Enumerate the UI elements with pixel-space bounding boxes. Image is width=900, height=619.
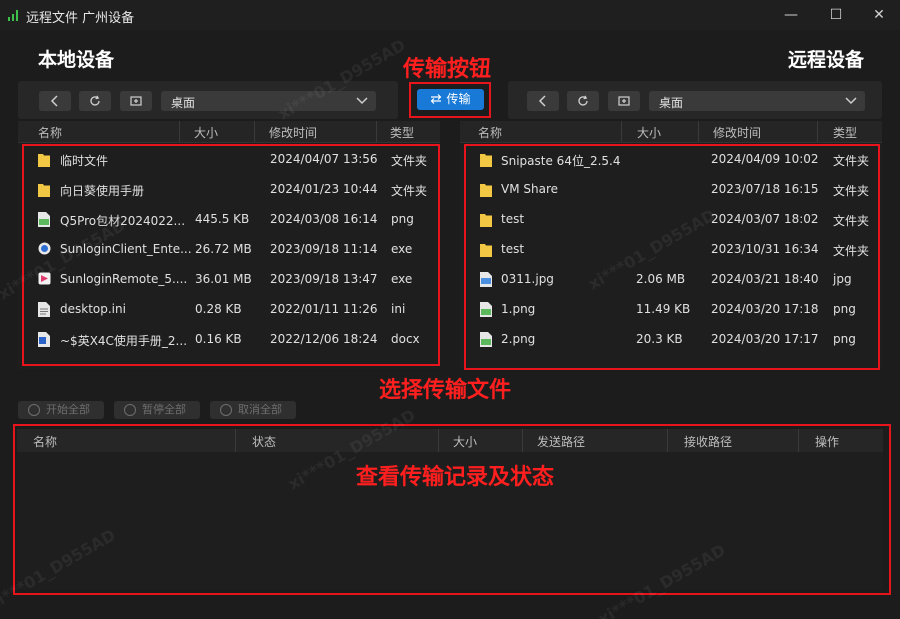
refresh-icon: [90, 95, 100, 106]
col-type[interactable]: 类型: [833, 124, 857, 141]
remote-toolbar: 桌面: [508, 81, 882, 119]
remote-select-annotation-box: [464, 144, 880, 370]
remote-new-folder-button[interactable]: [608, 91, 640, 111]
cancel-all-label: 取消全部: [238, 403, 282, 416]
start-all-button[interactable]: 开始全部: [18, 401, 104, 419]
pause-icon: [124, 404, 136, 416]
window-title: 远程文件 广州设备: [26, 11, 135, 26]
app-signal-icon: [8, 9, 20, 21]
chevron-left-icon: [538, 95, 546, 107]
pause-all-label: 暂停全部: [142, 403, 186, 416]
queue-annotation-label: 查看传输记录及状态: [356, 465, 555, 490]
title-bar: 远程文件 广州设备 — ☐ ✕: [0, 0, 900, 30]
remote-path-select[interactable]: 桌面: [649, 91, 865, 111]
select-annotation-label: 选择传输文件: [379, 378, 512, 403]
remote-device-title: 远程设备: [788, 49, 865, 71]
remote-refresh-button[interactable]: [567, 91, 599, 111]
local-new-folder-button[interactable]: [120, 91, 152, 111]
transfer-button-label: 传输: [446, 92, 471, 106]
chevron-left-icon: [50, 95, 58, 107]
transfer-arrows-icon: [431, 94, 442, 104]
new-folder-icon: [130, 96, 142, 106]
cancel-icon: [220, 404, 232, 416]
col-modified[interactable]: 修改时间: [713, 124, 761, 141]
refresh-icon: [578, 95, 588, 106]
transfer-annotation-label: 传输按钮: [403, 57, 492, 82]
remote-path-value: 桌面: [659, 96, 684, 110]
local-path-select[interactable]: 桌面: [161, 91, 376, 111]
local-refresh-button[interactable]: [79, 91, 111, 111]
chevron-down-icon: [845, 97, 857, 105]
queue-annotation-box: [13, 424, 891, 595]
close-button[interactable]: ✕: [864, 4, 894, 26]
remote-table-header: 名称 大小 修改时间 类型: [460, 121, 882, 143]
maximize-button[interactable]: ☐: [821, 4, 851, 26]
start-all-label: 开始全部: [46, 403, 90, 416]
remote-back-button[interactable]: [527, 91, 559, 111]
col-type[interactable]: 类型: [390, 124, 414, 141]
col-name[interactable]: 名称: [478, 124, 502, 141]
local-path-value: 桌面: [171, 96, 196, 110]
play-icon: [28, 404, 40, 416]
minimize-button[interactable]: —: [776, 4, 806, 26]
local-back-button[interactable]: [39, 91, 71, 111]
cancel-all-button[interactable]: 取消全部: [210, 401, 296, 419]
local-device-title: 本地设备: [38, 49, 115, 71]
col-modified[interactable]: 修改时间: [269, 124, 317, 141]
col-size[interactable]: 大小: [194, 124, 218, 141]
col-name[interactable]: 名称: [38, 124, 62, 141]
pause-all-button[interactable]: 暂停全部: [114, 401, 200, 419]
chevron-down-icon: [356, 97, 368, 105]
local-table-header: 名称 大小 修改时间 类型: [18, 121, 440, 143]
col-size[interactable]: 大小: [637, 124, 661, 141]
new-folder-icon: [618, 96, 630, 106]
transfer-button[interactable]: 传输: [417, 89, 484, 110]
